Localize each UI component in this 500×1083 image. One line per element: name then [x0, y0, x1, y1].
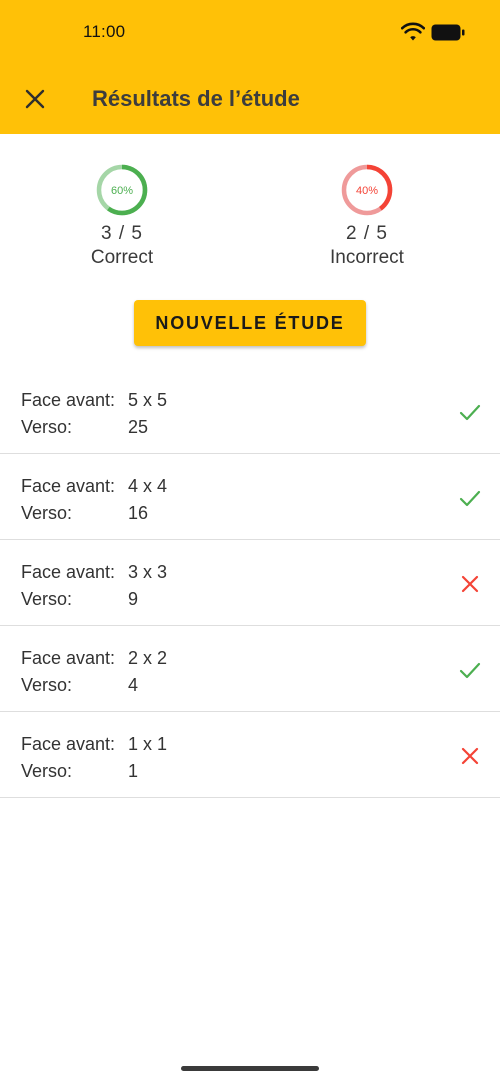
correct-percent: 60%	[111, 185, 133, 197]
back-value: 25	[128, 417, 149, 437]
back-label: Verso:	[21, 589, 73, 609]
front-value: 2 x 2	[128, 648, 168, 668]
front-label: Face avant:	[21, 476, 116, 496]
result-row[interactable]: Face avant: 5 x 5 Verso: 25	[0, 368, 500, 454]
front-label: Face avant:	[21, 562, 116, 582]
cross-icon	[461, 747, 479, 765]
result-row[interactable]: Face avant: 4 x 4 Verso: 16	[0, 454, 500, 540]
front-value: 5 x 5	[128, 390, 168, 410]
back-value: 1	[128, 761, 139, 781]
incorrect-progress-ring: 40%	[341, 164, 393, 216]
close-icon	[25, 89, 45, 109]
cross-icon	[461, 575, 479, 593]
new-study-button[interactable]: NOUVELLE ÉTUDE	[134, 300, 366, 346]
correct-stat: 60% 3 / 5 Correct	[42, 163, 202, 269]
home-indicator[interactable]	[181, 1066, 319, 1071]
front-label: Face avant:	[21, 390, 116, 410]
back-label: Verso:	[21, 417, 73, 437]
page-title: Résultats de l’étude	[92, 86, 300, 111]
incorrect-percent: 40%	[356, 185, 378, 197]
front-label: Face avant:	[21, 648, 116, 668]
result-row[interactable]: Face avant: 2 x 2 Verso: 4	[0, 626, 500, 712]
correct-label: Correct	[90, 247, 154, 268]
results-list: Face avant: 5 x 5 Verso: 25 Face avant: 4 x…	[0, 368, 500, 798]
back-value: 16	[128, 503, 149, 523]
front-value: 3 x 3	[128, 562, 168, 582]
back-label: Verso:	[21, 503, 73, 523]
correct-progress-ring: 60%	[96, 164, 148, 216]
close-button[interactable]	[18, 82, 52, 116]
result-row[interactable]: Face avant: 3 x 3 Verso: 9	[0, 540, 500, 626]
back-label: Verso:	[21, 761, 73, 781]
status-time: 11:00	[83, 22, 126, 41]
front-value: 4 x 4	[128, 476, 168, 496]
check-icon	[459, 490, 481, 507]
result-row[interactable]: Face avant: 1 x 1 Verso: 1	[0, 712, 500, 798]
battery-icon	[431, 24, 465, 41]
back-value: 9	[128, 589, 139, 609]
back-label: Verso:	[21, 675, 73, 695]
incorrect-label: Incorrect	[330, 247, 404, 268]
wifi-icon	[401, 22, 425, 41]
correct-count: 3 / 5	[101, 223, 143, 244]
incorrect-stat: 40% 2 / 5 Incorrect	[287, 163, 447, 269]
front-label: Face avant:	[21, 734, 116, 754]
check-icon	[459, 404, 481, 421]
front-value: 1 x 1	[128, 734, 168, 754]
check-icon	[459, 662, 481, 679]
status-bar: 11:00	[0, 0, 500, 64]
back-value: 4	[128, 675, 139, 695]
incorrect-count: 2 / 5	[346, 223, 388, 244]
app-bar: 11:00 Résultats de l’étude	[0, 0, 500, 134]
